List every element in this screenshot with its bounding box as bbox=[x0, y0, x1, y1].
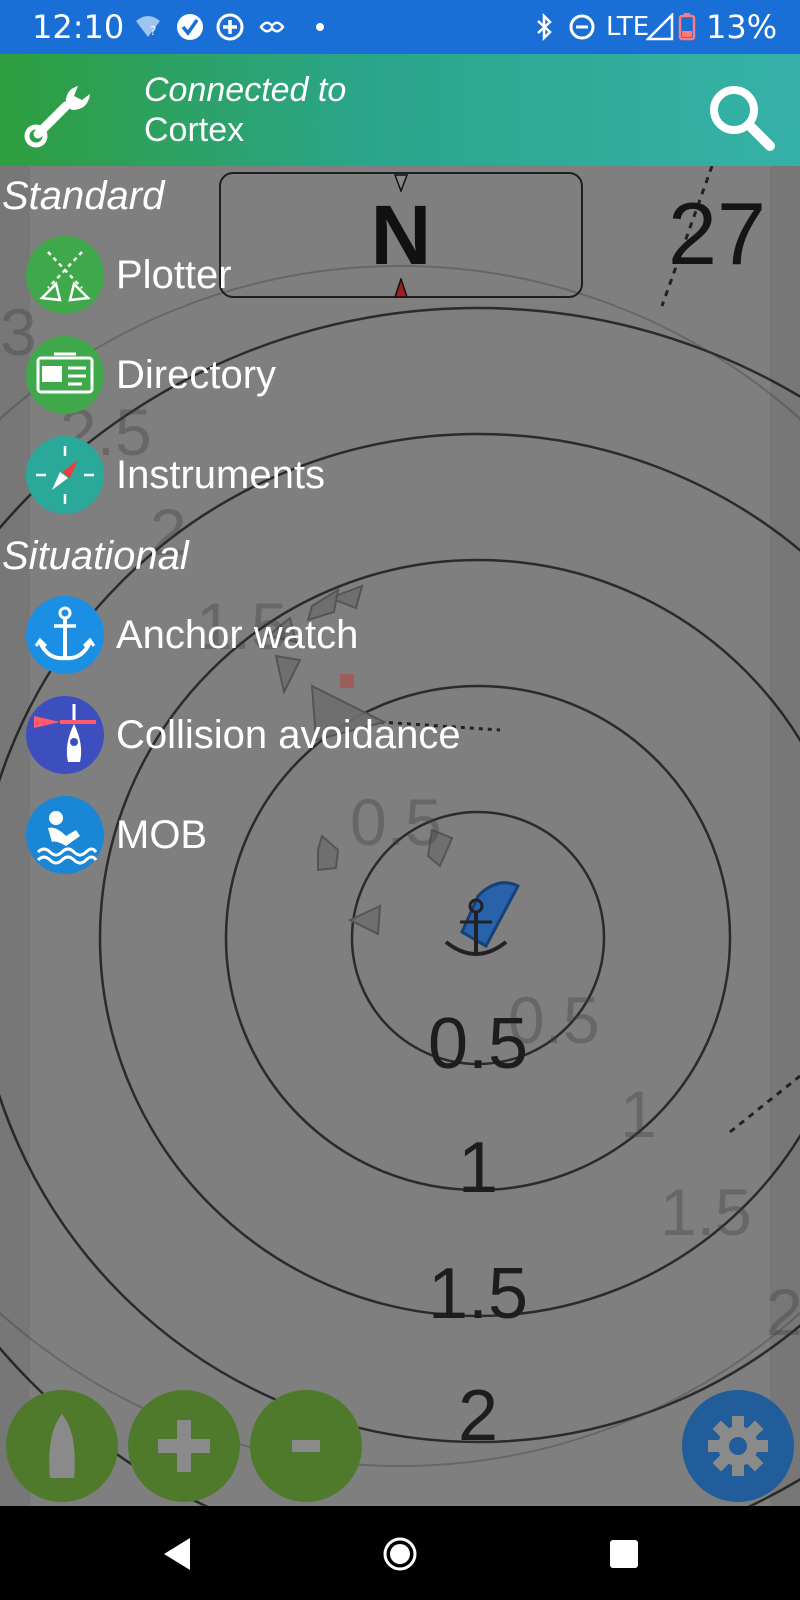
menu-item-label: Instruments bbox=[116, 453, 325, 497]
zoom-out-button[interactable] bbox=[250, 1390, 362, 1502]
bluetooth-icon bbox=[537, 13, 552, 41]
wrench-icon[interactable] bbox=[22, 76, 94, 148]
handshake-icon bbox=[259, 21, 285, 33]
settings-button[interactable] bbox=[682, 1390, 794, 1502]
svg-text:?: ? bbox=[150, 24, 156, 38]
zoom-in-button[interactable] bbox=[128, 1390, 240, 1502]
collision-buoy-icon bbox=[26, 696, 104, 774]
center-boat-button[interactable] bbox=[6, 1390, 118, 1502]
settings-gear-icon bbox=[708, 1416, 768, 1476]
menu-item-label: Plotter bbox=[116, 253, 232, 297]
ring-label-1: 1 bbox=[457, 1128, 499, 1208]
man-overboard-icon bbox=[26, 796, 104, 874]
section-header-situational: Situational bbox=[2, 534, 189, 578]
connection-status-line1: Connected to bbox=[144, 71, 347, 109]
menu-item-label: Collision avoidance bbox=[116, 713, 461, 757]
ghost-label: 2 bbox=[766, 1275, 800, 1349]
do-not-disturb-icon bbox=[569, 14, 595, 40]
signal-icon bbox=[646, 13, 674, 41]
menu-item-collision-avoidance[interactable]: Collision avoidance bbox=[26, 696, 586, 778]
battery-percentage: 13% bbox=[706, 8, 778, 46]
connection-device-name: Cortex bbox=[144, 111, 245, 149]
back-icon[interactable] bbox=[158, 1534, 198, 1574]
anchor-icon bbox=[26, 596, 104, 674]
section-header-standard: Standard bbox=[2, 174, 165, 218]
own-vessel-icon bbox=[444, 881, 521, 956]
check-circle-icon bbox=[177, 14, 203, 40]
menu-item-instruments[interactable]: Instruments bbox=[26, 436, 586, 518]
app-bar: Connected to Cortex bbox=[0, 54, 800, 166]
speed-readout: 27 bbox=[668, 184, 766, 283]
status-bar: 12:10 ? LTE 13% bbox=[0, 0, 800, 54]
menu-item-anchor-watch[interactable]: Anchor watch bbox=[26, 596, 586, 678]
menu-item-plotter[interactable]: Plotter bbox=[26, 236, 586, 318]
menu-item-label: Directory bbox=[116, 353, 277, 397]
plus-circle-icon bbox=[216, 13, 244, 41]
ring-label-0-5: 0.5 bbox=[427, 1004, 529, 1084]
connection-status: Connected to Cortex bbox=[144, 70, 346, 150]
dot-icon bbox=[316, 23, 324, 31]
ring-label-1-5: 1.5 bbox=[427, 1254, 529, 1334]
search-icon[interactable] bbox=[706, 82, 776, 152]
battery-low-icon bbox=[678, 13, 696, 41]
menu-item-label: Anchor watch bbox=[116, 613, 359, 657]
compass-icon bbox=[26, 436, 104, 514]
menu-item-mob[interactable]: MOB bbox=[26, 796, 586, 878]
plotter-icon bbox=[26, 236, 104, 314]
zoom-out-icon bbox=[292, 1440, 320, 1452]
directory-card-icon bbox=[26, 336, 104, 414]
recents-icon[interactable] bbox=[604, 1534, 644, 1574]
menu-item-label: MOB bbox=[116, 813, 208, 857]
network-type: LTE bbox=[606, 12, 650, 42]
ghost-label: 1.5 bbox=[660, 1175, 752, 1249]
ring-label-2: 2 bbox=[457, 1376, 499, 1456]
menu-item-directory[interactable]: Directory bbox=[26, 336, 586, 418]
radar-map[interactable]: 3 2.5 2 1.5 0.5 0.5 1 1.5 2 N 27 0.5 1 1… bbox=[0, 166, 800, 1506]
wifi-question-icon: ? bbox=[136, 16, 160, 38]
status-time: 12:10 bbox=[32, 8, 125, 46]
ghost-label: 1 bbox=[620, 1077, 657, 1151]
boat-icon bbox=[49, 1414, 75, 1478]
system-nav-bar bbox=[0, 1506, 800, 1600]
home-icon[interactable] bbox=[380, 1534, 420, 1574]
zoom-in-icon bbox=[158, 1420, 210, 1472]
